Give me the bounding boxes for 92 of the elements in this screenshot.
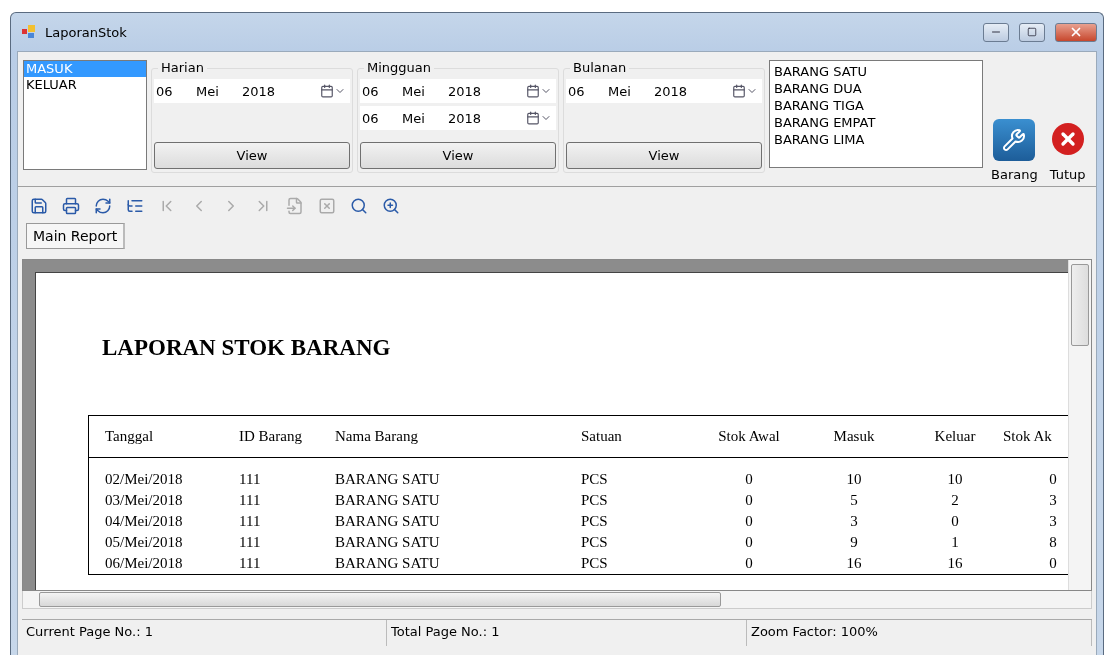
table-cell-text: 10 <box>845 470 863 489</box>
calendar-icon <box>526 84 552 98</box>
table-cell-text: PCS <box>581 533 609 552</box>
table-cell-text: BARANG SATU <box>335 533 441 552</box>
list-item[interactable]: BARANG SATU <box>774 63 978 80</box>
export-icon[interactable] <box>30 197 48 215</box>
column-header: Satuan <box>581 428 623 445</box>
minimize-button[interactable] <box>983 22 1009 42</box>
app-icon <box>21 24 37 40</box>
table-cell-text: 9 <box>849 533 859 552</box>
table-cell-text: 3 <box>1048 491 1058 510</box>
table-cell-text: 2 <box>950 491 960 510</box>
table-cell-text: PCS <box>581 470 609 489</box>
column-header: Nama Barang <box>335 428 419 445</box>
table-cell-text: PCS <box>581 554 609 573</box>
table-cell-text: 0 <box>744 491 754 510</box>
table-cell-text: PCS <box>581 512 609 531</box>
close-icon <box>1069 25 1083 39</box>
list-item[interactable]: BARANG EMPAT <box>774 114 978 131</box>
table-cell-text: 16 <box>845 554 863 573</box>
table-cell-text: 3 <box>1048 512 1058 531</box>
table-cell-text: 1 <box>950 533 960 552</box>
table-cell-text: 5 <box>849 491 859 510</box>
maximize-icon <box>1027 27 1037 37</box>
table-cell-text: 111 <box>239 554 262 573</box>
view-button[interactable]: View <box>360 142 556 169</box>
table-cell-text: 111 <box>239 470 262 489</box>
table-cell-text: 06/Mei/2018 <box>104 554 184 573</box>
table-cell-text: 8 <box>1048 533 1058 552</box>
close-action-button[interactable]: Tutup <box>1045 123 1090 182</box>
table-cell-text: 111 <box>239 491 262 510</box>
calendar-icon <box>320 84 346 98</box>
list-item[interactable]: KELUAR <box>24 77 146 93</box>
list-item[interactable]: BARANG LIMA <box>774 131 978 148</box>
table-cell-text: BARANG SATU <box>335 512 441 531</box>
table-cell-text: 02/Mei/2018 <box>104 470 184 489</box>
maximize-button[interactable] <box>1019 22 1045 42</box>
column-header: ID Barang <box>239 428 303 445</box>
view-button[interactable]: View <box>566 142 762 169</box>
close-button[interactable] <box>1055 22 1097 42</box>
window-title: LaporanStok <box>45 24 128 40</box>
table-cell-text: BARANG SATU <box>335 470 441 489</box>
view-button[interactable]: View <box>154 142 350 169</box>
tools-button[interactable]: Barang <box>987 119 1042 182</box>
table-cell-text: BARANG SATU <box>335 491 441 510</box>
close-icon <box>1051 123 1084 155</box>
status-text: Total Page No.: 1 <box>387 620 747 646</box>
table-cell-text: 0 <box>1048 554 1058 573</box>
refresh-icon[interactable] <box>94 197 112 215</box>
column-header: Stok Ak <box>1003 428 1053 445</box>
table-cell-text: 0 <box>1048 470 1058 489</box>
date-picker[interactable]: 06 Mei 2018 <box>360 106 556 130</box>
column-header: Keluar <box>933 428 977 445</box>
search-icon[interactable] <box>350 197 368 215</box>
table-cell-text: 0 <box>744 512 754 531</box>
zoom-icon[interactable] <box>382 197 400 215</box>
status-text: Current Page No.: 1 <box>22 620 387 646</box>
date-picker[interactable]: 06 Mei 2018 <box>360 79 556 103</box>
calendar-icon <box>732 84 758 98</box>
tree-icon[interactable] <box>126 197 144 215</box>
table-cell-text: 03/Mei/2018 <box>104 491 184 510</box>
table-cell-text: 0 <box>950 512 960 531</box>
group-title: Bulanan <box>570 60 630 75</box>
table-cell-text: 0 <box>744 554 754 573</box>
table-cell-text: 111 <box>239 533 262 552</box>
list-item[interactable]: BARANG TIGA <box>774 97 978 114</box>
printer-icon[interactable] <box>62 197 80 215</box>
tools-icon <box>993 119 1036 161</box>
group-title: Mingguan <box>364 60 435 75</box>
table-cell-text: 05/Mei/2018 <box>104 533 184 552</box>
list-item[interactable]: BARANG DUA <box>774 80 978 97</box>
table-cell-text: 111 <box>239 512 262 531</box>
column-header: Tanggal <box>104 428 155 445</box>
status-text: Zoom Factor: 100% <box>747 620 1092 646</box>
table-cell-text: 16 <box>946 554 964 573</box>
table-cell-text: 10 <box>946 470 964 489</box>
report-tab[interactable]: Main Report <box>26 223 126 249</box>
calendar-icon <box>526 111 552 125</box>
column-header: Stok Awal <box>717 428 781 445</box>
column-header: Masuk <box>832 428 876 445</box>
date-picker[interactable]: 06 Mei 2018 <box>154 79 350 103</box>
vertical-scrollbar[interactable] <box>1068 260 1091 590</box>
horizontal-scrollbar[interactable] <box>22 591 1092 609</box>
table-cell-text: BARANG SATU <box>335 554 441 573</box>
group-title: Harian <box>158 60 207 75</box>
table-cell-text: 0 <box>744 470 754 489</box>
report-title: LAPORAN STOK BARANG <box>102 335 392 361</box>
table-cell-text: PCS <box>581 491 609 510</box>
table-cell-text: 04/Mei/2018 <box>104 512 184 531</box>
table-cell-text: 3 <box>849 512 859 531</box>
date-picker[interactable]: 06 Mei 2018 <box>566 79 762 103</box>
table-cell-text: 0 <box>744 533 754 552</box>
